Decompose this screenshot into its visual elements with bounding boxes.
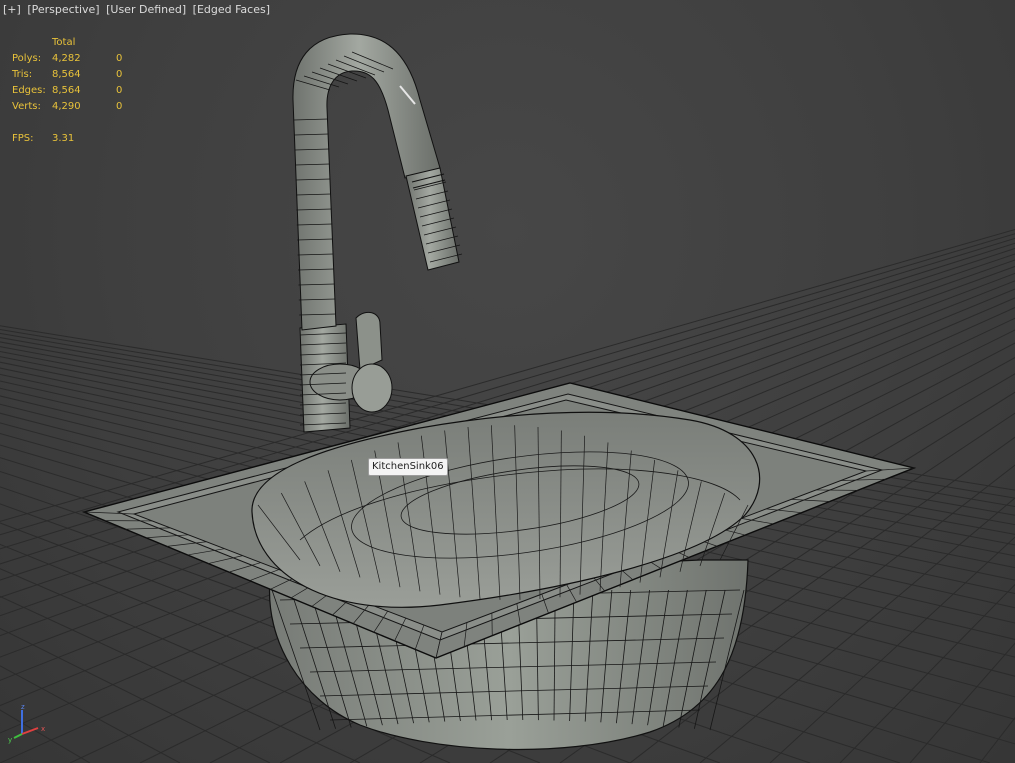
stats-header-total: Total (52, 37, 76, 48)
stats-label: Tris: (12, 69, 33, 80)
stats-total: 4,290 (52, 101, 81, 112)
x-axis (21, 727, 39, 735)
stats-row-tris: Tris: 8,564 0 (12, 67, 136, 83)
stats-row-edges: Edges: 8,564 0 (12, 83, 136, 99)
stats-row-verts: Verts: 4,290 0 (12, 99, 136, 115)
shading-mode-menu[interactable]: [Edged Faces] (193, 3, 270, 16)
stats-label: Polys: (12, 53, 42, 64)
perspective-viewport[interactable]: [+] [Perspective] [User Defined] [Edged … (0, 0, 1015, 763)
stats-total: 4,282 (52, 53, 81, 64)
viewport-label[interactable]: [+] [Perspective] [User Defined] [Edged … (3, 3, 273, 16)
stats-row-fps: FPS: 3.31 (12, 131, 136, 147)
y-axis-label: y (8, 736, 12, 744)
view-type-menu[interactable]: [Perspective] (27, 3, 99, 16)
faucet[interactable] (292, 33, 463, 433)
fps-value: 3.31 (52, 133, 75, 144)
shading-preset-menu[interactable]: [User Defined] (106, 3, 186, 16)
stats-label: Verts: (12, 101, 41, 112)
fps-label: FPS: (12, 133, 34, 144)
stats-label: Edges: (12, 85, 46, 96)
viewport-menu-button[interactable]: [+] (3, 3, 21, 16)
stats-selected: 0 (116, 53, 123, 64)
viewport-statistics: Total Polys: 4,282 0 Tris: 8,564 0 Edges: 8,5… (12, 35, 136, 147)
stats-total: 8,564 (52, 69, 81, 80)
stats-selected: 0 (116, 85, 123, 96)
x-axis-label: x (41, 725, 45, 733)
stats-header-row: Total (12, 35, 136, 51)
stats-total: 8,564 (52, 85, 81, 96)
scene-canvas[interactable] (0, 0, 1015, 763)
axis-tripod-icon: z x y (8, 704, 45, 744)
stats-row-polys: Polys: 4,282 0 (12, 51, 136, 67)
stats-selected: 0 (116, 101, 123, 112)
stats-selected: 0 (116, 69, 123, 80)
object-name-tooltip: KitchenSink06 (368, 458, 448, 476)
y-axis (13, 733, 23, 739)
z-axis-label: z (21, 704, 25, 711)
